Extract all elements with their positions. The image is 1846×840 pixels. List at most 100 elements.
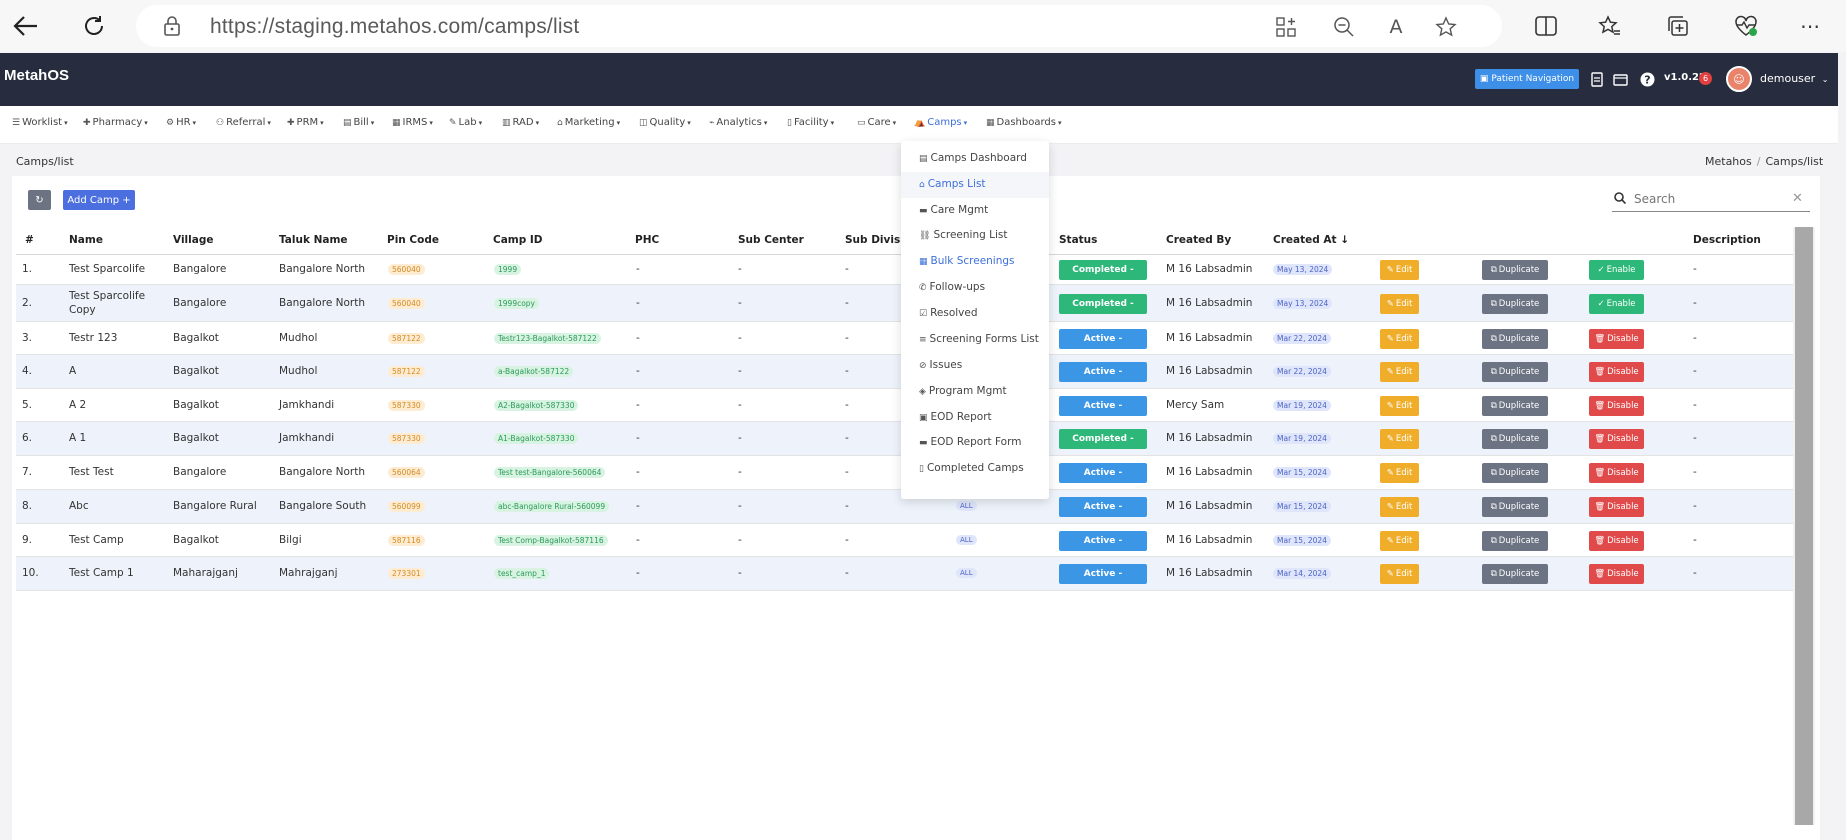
dropdown-item-resolved[interactable]: ☑ Resolved	[919, 307, 978, 319]
menu-dashboards[interactable]: ▦ Dashboards ▾	[986, 117, 1062, 128]
status-dropdown-button[interactable]: Active -	[1059, 362, 1147, 382]
url-text[interactable]: https://staging.metahos.com/camps/list	[210, 15, 579, 39]
duplicate-button[interactable]: ⧉ Duplicate	[1482, 564, 1548, 584]
disable-button[interactable]: 🗑 Disable	[1589, 429, 1644, 449]
duplicate-button[interactable]: ⧉ Duplicate	[1482, 395, 1548, 416]
status-dropdown-button[interactable]: Completed -	[1059, 429, 1147, 449]
disable-button[interactable]: 🗑 Disable	[1589, 395, 1644, 416]
brand-logo[interactable]: MetahOS	[4, 67, 69, 84]
status-dropdown-button[interactable]: Active -	[1059, 463, 1147, 483]
edit-button[interactable]: ✎ Edit	[1380, 395, 1419, 416]
vertical-scrollbar[interactable]	[1793, 227, 1815, 825]
document-icon[interactable]	[1589, 70, 1605, 88]
notification-badge[interactable]: 6	[1699, 72, 1712, 85]
dropdown-item-care-mgmt[interactable]: ▬ Care Mgmt	[919, 204, 988, 216]
user-menu[interactable]: demouser ⌄	[1760, 72, 1828, 85]
duplicate-button[interactable]: ⧉ Duplicate	[1482, 328, 1548, 349]
edit-button[interactable]: ✎ Edit	[1380, 463, 1419, 483]
dropdown-item-follow-ups[interactable]: ✆ Follow-ups	[919, 281, 985, 293]
enable-button[interactable]: ✓ Enable	[1589, 293, 1644, 314]
header-status[interactable]: Status	[1059, 234, 1097, 246]
dropdown-item-camps-dashboard[interactable]: ▤ Camps Dashboard	[919, 152, 1027, 164]
enable-button[interactable]: ✓ Enable	[1589, 260, 1644, 280]
edit-button[interactable]: ✎ Edit	[1380, 328, 1419, 349]
duplicate-button[interactable]: ⧉ Duplicate	[1482, 497, 1548, 517]
refresh-button[interactable]: ↻	[28, 190, 51, 210]
menu-referral[interactable]: ⚇ Referral ▾	[216, 117, 271, 128]
disable-button[interactable]: 🗑 Disable	[1589, 328, 1644, 349]
folder-icon[interactable]	[1612, 70, 1628, 88]
add-camp-button[interactable]: Add Camp +	[63, 190, 135, 210]
header-name[interactable]: Name	[69, 234, 103, 246]
header-pin[interactable]: Pin Code	[387, 234, 439, 246]
status-dropdown-button[interactable]: Completed -	[1059, 293, 1147, 314]
scrollbar-thumb[interactable]	[1795, 227, 1813, 825]
collections-icon[interactable]	[1662, 10, 1694, 42]
more-options-icon[interactable]: ⋯	[1794, 10, 1826, 42]
duplicate-button[interactable]: ⧉ Duplicate	[1482, 362, 1548, 382]
menu-bill[interactable]: ▤ Bill ▾	[343, 117, 374, 128]
edit-button[interactable]: ✎ Edit	[1380, 293, 1419, 314]
menu-hr[interactable]: ⚙ HR ▾	[166, 117, 196, 128]
patient-navigation-button[interactable]: ▣ Patient Navigation	[1475, 69, 1579, 89]
avatar[interactable]: ☺	[1726, 66, 1752, 92]
header-taluk[interactable]: Taluk Name	[279, 234, 348, 246]
help-icon[interactable]: ?	[1639, 70, 1655, 88]
header-camp-id[interactable]: Camp ID	[493, 234, 543, 246]
menu-irms[interactable]: ▦ IRMS ▾	[392, 117, 433, 128]
health-monitor-icon[interactable]	[1730, 10, 1762, 42]
header-village[interactable]: Village	[173, 234, 213, 246]
favorites-icon[interactable]	[1594, 10, 1626, 42]
read-aloud-icon[interactable]: A	[1384, 15, 1408, 39]
menu-pharmacy[interactable]: ✚ Pharmacy ▾	[83, 117, 148, 128]
status-dropdown-button[interactable]: Active -	[1059, 497, 1147, 517]
apps-add-icon[interactable]	[1274, 15, 1298, 39]
status-dropdown-button[interactable]: Active -	[1059, 564, 1147, 584]
dropdown-item-completed-camps[interactable]: ▯ Completed Camps	[919, 462, 1024, 474]
duplicate-button[interactable]: ⧉ Duplicate	[1482, 293, 1548, 314]
menu-lab[interactable]: ✎ Lab ▾	[449, 117, 482, 128]
zoom-out-icon[interactable]	[1332, 15, 1356, 39]
dropdown-item-screening-forms-list[interactable]: ≡ Screening Forms List	[919, 333, 1039, 345]
menu-rad[interactable]: ▥ RAD ▾	[502, 117, 539, 128]
edit-button[interactable]: ✎ Edit	[1380, 564, 1419, 584]
status-dropdown-button[interactable]: Active -	[1059, 395, 1147, 416]
dropdown-item-eod-report-form[interactable]: ▬ EOD Report Form	[919, 436, 1021, 448]
duplicate-button[interactable]: ⧉ Duplicate	[1482, 530, 1548, 551]
status-dropdown-button[interactable]: Active -	[1059, 530, 1147, 551]
edit-button[interactable]: ✎ Edit	[1380, 497, 1419, 517]
dropdown-item-eod-report[interactable]: ▣ EOD Report	[919, 411, 992, 423]
back-arrow-icon[interactable]	[10, 10, 42, 42]
disable-button[interactable]: 🗑 Disable	[1589, 463, 1644, 483]
menu-camps[interactable]: ⛺ Camps ▾	[914, 117, 967, 128]
favorite-star-icon[interactable]	[1434, 15, 1458, 39]
status-dropdown-button[interactable]: Completed -	[1059, 260, 1147, 280]
menu-worklist[interactable]: ☰ Worklist ▾	[12, 117, 68, 128]
dropdown-item-program-mgmt[interactable]: ◈ Program Mgmt	[919, 385, 1007, 397]
edit-button[interactable]: ✎ Edit	[1380, 260, 1419, 280]
menu-facility[interactable]: ▯ Facility ▾	[787, 117, 834, 128]
header-created-at[interactable]: Created At ↓	[1273, 234, 1349, 246]
disable-button[interactable]: 🗑 Disable	[1589, 530, 1644, 551]
dropdown-item-camps-list[interactable]: ⌂ Camps List	[919, 178, 986, 190]
header-description[interactable]: Description	[1693, 234, 1761, 246]
edit-button[interactable]: ✎ Edit	[1380, 530, 1419, 551]
duplicate-button[interactable]: ⧉ Duplicate	[1482, 260, 1548, 280]
dropdown-item-issues[interactable]: ⊘ Issues	[919, 359, 962, 371]
disable-button[interactable]: 🗑 Disable	[1589, 497, 1644, 517]
clear-search-icon[interactable]: ✕	[1792, 191, 1803, 206]
menu-quality[interactable]: ◫ Quality ▾	[639, 117, 691, 128]
header-sub-center[interactable]: Sub Center	[738, 234, 804, 246]
edit-button[interactable]: ✎ Edit	[1380, 429, 1419, 449]
status-dropdown-button[interactable]: Active -	[1059, 328, 1147, 349]
header-phc[interactable]: PHC	[635, 234, 659, 246]
split-screen-icon[interactable]	[1530, 10, 1562, 42]
menu-marketing[interactable]: ⌂ Marketing ▾	[557, 117, 620, 128]
menu-analytics[interactable]: ⌁ Analytics ▾	[709, 117, 767, 128]
disable-button[interactable]: 🗑 Disable	[1589, 362, 1644, 382]
dropdown-item-bulk-screenings[interactable]: ▦ Bulk Screenings	[919, 255, 1015, 267]
edit-button[interactable]: ✎ Edit	[1380, 362, 1419, 382]
breadcrumb-home-link[interactable]: Metahos	[1705, 155, 1752, 168]
duplicate-button[interactable]: ⧉ Duplicate	[1482, 463, 1548, 483]
dropdown-item-screening-list[interactable]: ⛓ Screening List	[919, 229, 1007, 241]
